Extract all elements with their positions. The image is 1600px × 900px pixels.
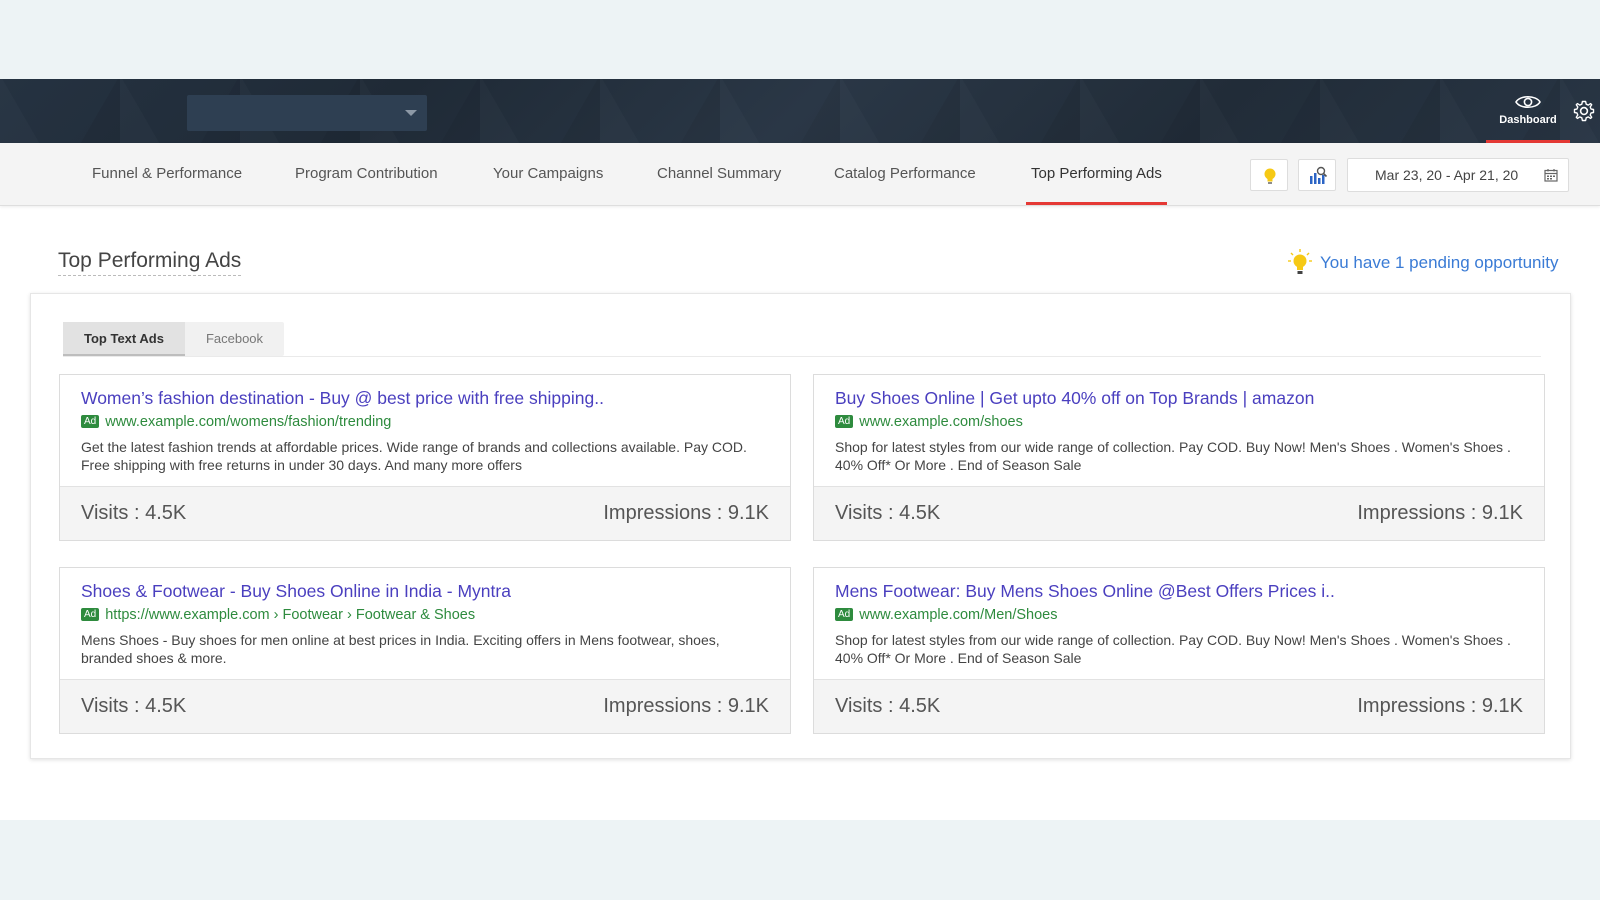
ad-impressions: Impressions : 9.1K (1357, 502, 1523, 524)
ad-title-link[interactable]: Buy Shoes Online | Get upto 40% off on T… (835, 388, 1523, 409)
top-header: Dashboard (0, 79, 1600, 143)
dashboard-label: Dashboard (1499, 114, 1557, 126)
lightbulb-icon (1288, 249, 1312, 274)
ad-stats: Visits : 4.5K Impressions : 9.1K (814, 679, 1544, 733)
date-range-picker[interactable]: Mar 23, 20 - Apr 21, 20 (1347, 158, 1569, 192)
ad-impressions: Impressions : 9.1K (603, 695, 769, 717)
ad-description: Get the latest fashion trends at afforda… (81, 439, 747, 473)
report-tabs-bar: Funnel & Performance Program Contributio… (0, 143, 1600, 206)
dashboard-button[interactable]: Dashboard (1486, 93, 1570, 143)
insights-button[interactable] (1250, 159, 1288, 191)
ad-display-url: https://www.example.com › Footwear › Foo… (105, 607, 476, 623)
tab-your-campaigns[interactable]: Your Campaigns (493, 143, 603, 205)
tab-top-text-ads[interactable]: Top Text Ads (63, 322, 185, 356)
ad-display-url: www.example.com/shoes (859, 414, 1023, 430)
lightbulb-icon (1264, 168, 1276, 184)
ad-badge: Ad (81, 415, 100, 428)
ad-description: Shop for latest styles from our wide ran… (835, 439, 1511, 473)
chevron-down-icon (405, 110, 417, 116)
ad-url-row: Ad www.example.com/shoes (835, 414, 1523, 432)
tab-funnel-performance[interactable]: Funnel & Performance (92, 143, 242, 205)
ad-url-row: Ad www.example.com/Men/Shoes (835, 607, 1523, 625)
ad-visits: Visits : 4.5K (81, 695, 187, 717)
page-title: Top Performing Ads (58, 249, 242, 276)
ad-card: Buy Shoes Online | Get upto 40% off on T… (813, 374, 1545, 541)
analyze-button[interactable] (1298, 159, 1336, 191)
ad-description: Mens Shoes - Buy shoes for men online at… (81, 632, 720, 666)
ad-title-link[interactable]: Women’s fashion destination - Buy @ best… (81, 388, 769, 409)
ad-card: Shoes & Footwear - Buy Shoes Online in I… (59, 567, 791, 734)
pending-opportunity-text: You have 1 pending opportunity (1320, 253, 1559, 272)
ad-card: Mens Footwear: Buy Mens Shoes Online @Be… (813, 567, 1545, 734)
ad-card: Women’s fashion destination - Buy @ best… (59, 374, 791, 541)
ad-stats: Visits : 4.5K Impressions : 9.1K (60, 679, 790, 733)
ad-stats: Visits : 4.5K Impressions : 9.1K (814, 486, 1544, 540)
tab-top-performing-ads[interactable]: Top Performing Ads (1026, 143, 1167, 205)
calendar-icon (1544, 169, 1558, 182)
ad-title-link[interactable]: Shoes & Footwear - Buy Shoes Online in I… (81, 581, 769, 602)
eye-icon (1515, 95, 1541, 109)
ad-source-tabs: Top Text Ads Facebook (63, 322, 285, 356)
account-select[interactable] (187, 95, 427, 131)
app-window: Dashboard Funnel & Performance Program C… (0, 79, 1600, 820)
tab-channel-summary[interactable]: Channel Summary (657, 143, 781, 205)
date-range-value: Mar 23, 20 - Apr 21, 20 (1375, 167, 1519, 183)
chart-search-icon (1310, 166, 1328, 184)
ad-url-row: Ad https://www.example.com › Footwear › F… (81, 607, 769, 625)
ad-url-row: Ad www.example.com/womens/fashion/trendin… (81, 414, 769, 432)
ad-visits: Visits : 4.5K (835, 695, 941, 717)
ad-badge: Ad (81, 608, 100, 621)
ad-impressions: Impressions : 9.1K (603, 502, 769, 524)
ad-visits: Visits : 4.5K (835, 502, 941, 524)
gear-icon[interactable] (1572, 99, 1596, 123)
ad-description: Shop for latest styles from our wide ran… (835, 632, 1511, 666)
tab-program-contribution[interactable]: Program Contribution (295, 143, 438, 205)
ad-visits: Visits : 4.5K (81, 502, 187, 524)
ad-title-link[interactable]: Mens Footwear: Buy Mens Shoes Online @Be… (835, 581, 1523, 602)
pending-opportunity-link[interactable]: You have 1 pending opportunity (1280, 249, 1559, 277)
ad-impressions: Impressions : 9.1K (1357, 695, 1523, 717)
ad-display-url: www.example.com/Men/Shoes (859, 607, 1058, 623)
ad-display-url: www.example.com/womens/fashion/trending (105, 414, 392, 430)
tab-facebook[interactable]: Facebook (185, 322, 284, 356)
ad-badge: Ad (835, 608, 854, 621)
ad-badge: Ad (835, 415, 854, 428)
tabs-divider (63, 356, 1541, 357)
top-ads-card: Top Text Ads Facebook Women’s fashion de… (30, 293, 1571, 759)
ad-stats: Visits : 4.5K Impressions : 9.1K (60, 486, 790, 540)
tab-catalog-performance[interactable]: Catalog Performance (834, 143, 976, 205)
